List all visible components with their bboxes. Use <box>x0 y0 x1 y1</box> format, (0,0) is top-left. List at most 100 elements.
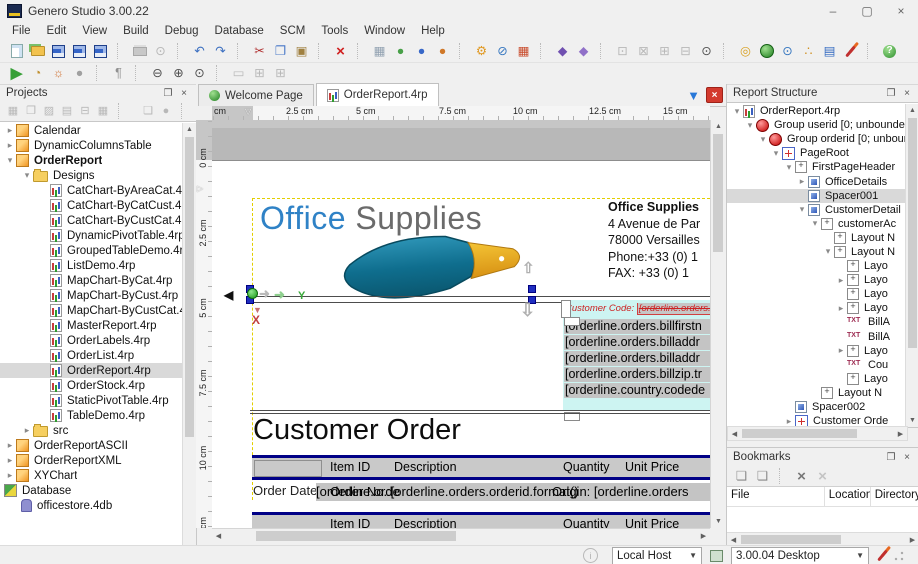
project-tree-item[interactable]: MapChart-ByCustCat.4rp <box>0 303 182 318</box>
toolbar-button[interactable] <box>723 43 733 59</box>
menu-item[interactable]: View <box>74 24 115 38</box>
show-formatting[interactable]: ¶ <box>108 63 129 83</box>
sync-meta-blue[interactable]: ● <box>411 41 432 61</box>
open-file[interactable] <box>27 41 48 61</box>
report-tree-item[interactable]: ▾ PageRoot <box>727 146 906 160</box>
report-tree-item[interactable]: ▾ OrderReport.4rp <box>727 104 906 118</box>
project-tree-item[interactable]: TableDemo.4rp <box>0 408 182 423</box>
table-header-label[interactable]: Unit Price <box>625 460 679 474</box>
float-panel-icon[interactable]: ❐ <box>883 450 899 464</box>
project-tree-item[interactable]: CatChart-ByAreaCat.4rp <box>0 183 182 198</box>
menu-item[interactable]: SCM <box>272 24 314 38</box>
report-tree-item[interactable]: Layout N <box>727 231 906 245</box>
menu-item[interactable]: Edit <box>39 24 75 38</box>
toolbar-button[interactable] <box>459 43 469 59</box>
project-tree-item[interactable]: ▸ Calendar <box>0 123 182 138</box>
scroll-down-icon[interactable]: ▼ <box>712 515 725 528</box>
report-tree-item[interactable]: BillA <box>727 330 906 344</box>
expander-icon[interactable]: ▸ <box>835 275 847 286</box>
report-tree-item[interactable]: Spacer002 <box>727 400 906 414</box>
expander-icon[interactable]: ▾ <box>4 155 16 166</box>
find-in-files[interactable]: ⊙ <box>777 41 798 61</box>
expander-icon[interactable]: ▸ <box>4 125 16 136</box>
project-tree-item[interactable]: ▸ OrderReportXML <box>0 453 182 468</box>
resize-grip[interactable] <box>894 550 904 561</box>
generate-1[interactable]: ⊡ <box>612 41 633 61</box>
new-file[interactable] <box>6 41 27 61</box>
project-tree-item[interactable]: StaticPivotTable.4rp <box>0 393 182 408</box>
p-new-group[interactable]: ▤ <box>58 103 76 119</box>
toolbar-button[interactable] <box>135 65 145 81</box>
expander-icon[interactable]: ▾ <box>21 170 33 181</box>
minimize-button[interactable]: – <box>816 0 850 22</box>
p-clean[interactable]: ▨ <box>40 103 58 119</box>
project-tree-item[interactable]: CatChart-ByCustCat.4rp <box>0 213 182 228</box>
order-fields-overlap[interactable]: [orderline.orde Order No.:[orderline.orde… <box>316 483 710 501</box>
report-tree-item[interactable]: ▾ customerAc <box>727 217 906 231</box>
project-tree-item[interactable]: ▾ OrderReport <box>0 153 182 168</box>
project-tree-item[interactable]: ListDemo.4rp <box>0 258 182 273</box>
p-add-file[interactable]: ❏ <box>139 103 157 119</box>
filter-icon[interactable]: ▼ <box>687 88 700 103</box>
report-tree-item[interactable]: ▸ Layo <box>727 344 906 358</box>
grid-align[interactable]: ⊞ <box>249 63 270 83</box>
form-designer[interactable]: ▤ <box>819 41 840 61</box>
project-tree-item[interactable]: OrderReport.4rp <box>0 363 182 378</box>
find[interactable]: ⊙ <box>696 41 717 61</box>
table-header-leading-cell[interactable] <box>254 460 322 477</box>
arrow-right-icon[interactable]: ➜ <box>259 286 270 302</box>
p-options[interactable]: ● <box>157 103 175 119</box>
report-tree-item[interactable]: ▾ Group userid [0; unbounded] <box>727 118 906 132</box>
menu-item[interactable]: Help <box>413 24 453 38</box>
zoom-reset[interactable]: ⊙ <box>189 63 210 83</box>
table-header-label[interactable]: Quantity <box>563 517 610 528</box>
expander-icon[interactable]: ▾ <box>809 218 821 229</box>
close-panel-icon[interactable]: × <box>176 86 192 100</box>
screenshot[interactable]: ▦ <box>369 41 390 61</box>
save[interactable] <box>48 41 69 61</box>
bookmarks-column-header[interactable]: Directory <box>871 487 918 506</box>
expander-icon[interactable]: ▸ <box>4 140 16 151</box>
data-field[interactable]: [orderline.orders.billfirstn <box>564 319 710 334</box>
run-browser[interactable] <box>756 41 777 61</box>
p-rebuild[interactable]: ❐ <box>22 103 40 119</box>
canvas-hscrollbar[interactable]: ◀ ▶ <box>212 528 710 543</box>
report-tree-item[interactable]: Layout N <box>727 386 906 400</box>
expander-icon[interactable]: ▾ <box>757 134 769 145</box>
toolbar-button[interactable] <box>318 43 328 59</box>
print[interactable] <box>129 41 150 61</box>
expander-icon[interactable]: ▸ <box>835 345 847 356</box>
canvas-vscrollbar[interactable]: ▲ ▼ <box>710 120 725 528</box>
zoom-out[interactable]: ⊖ <box>147 63 168 83</box>
report-tree-item[interactable]: Spacer001 <box>727 188 906 203</box>
draw-frame[interactable]: ▭ <box>228 63 249 83</box>
table-header-row[interactable]: Item ID Description Quantity Unit Price <box>252 515 710 528</box>
bm-delete[interactable]: × <box>791 466 812 486</box>
expander-icon[interactable]: ▾ <box>744 120 756 131</box>
selection-handle[interactable] <box>528 285 536 293</box>
selection-handle[interactable] <box>564 317 580 326</box>
delete[interactable]: × <box>330 41 351 61</box>
project-tree-item[interactable]: MasterReport.4rp <box>0 318 182 333</box>
expander-icon[interactable]: ▸ <box>4 455 16 466</box>
package[interactable]: ▦ <box>513 41 534 61</box>
menu-item[interactable]: Database <box>207 24 272 38</box>
customer-code-line[interactable]: Customer Code: [orderline.orders.userid <box>565 303 710 316</box>
sync-meta-green[interactable]: ● <box>390 41 411 61</box>
data-field[interactable]: [orderline.orders.billaddr <box>564 335 710 350</box>
scroll-up-icon[interactable]: ▲ <box>183 123 196 136</box>
section-divider[interactable] <box>250 296 710 297</box>
toolbar-button[interactable] <box>237 43 247 59</box>
arrow-left-icon[interactable]: ◀ <box>224 288 233 302</box>
bookmarks-column-header[interactable]: Location <box>825 487 871 506</box>
menu-item[interactable]: Build <box>115 24 157 38</box>
bm-next[interactable]: ❏ <box>752 466 773 486</box>
p-package[interactable]: ▦ <box>94 103 112 119</box>
report-wrench[interactable] <box>840 41 861 61</box>
report-tree-item[interactable]: ▸ Layo <box>727 301 906 315</box>
project-tree-item[interactable]: MapChart-ByCust.4rp <box>0 288 182 303</box>
table-header-label[interactable]: Item ID <box>330 517 370 528</box>
close-button[interactable]: × <box>884 0 918 22</box>
project-tree-item[interactable]: MapChart-ByCat.4rp <box>0 273 182 288</box>
generate-3[interactable]: ⊞ <box>654 41 675 61</box>
